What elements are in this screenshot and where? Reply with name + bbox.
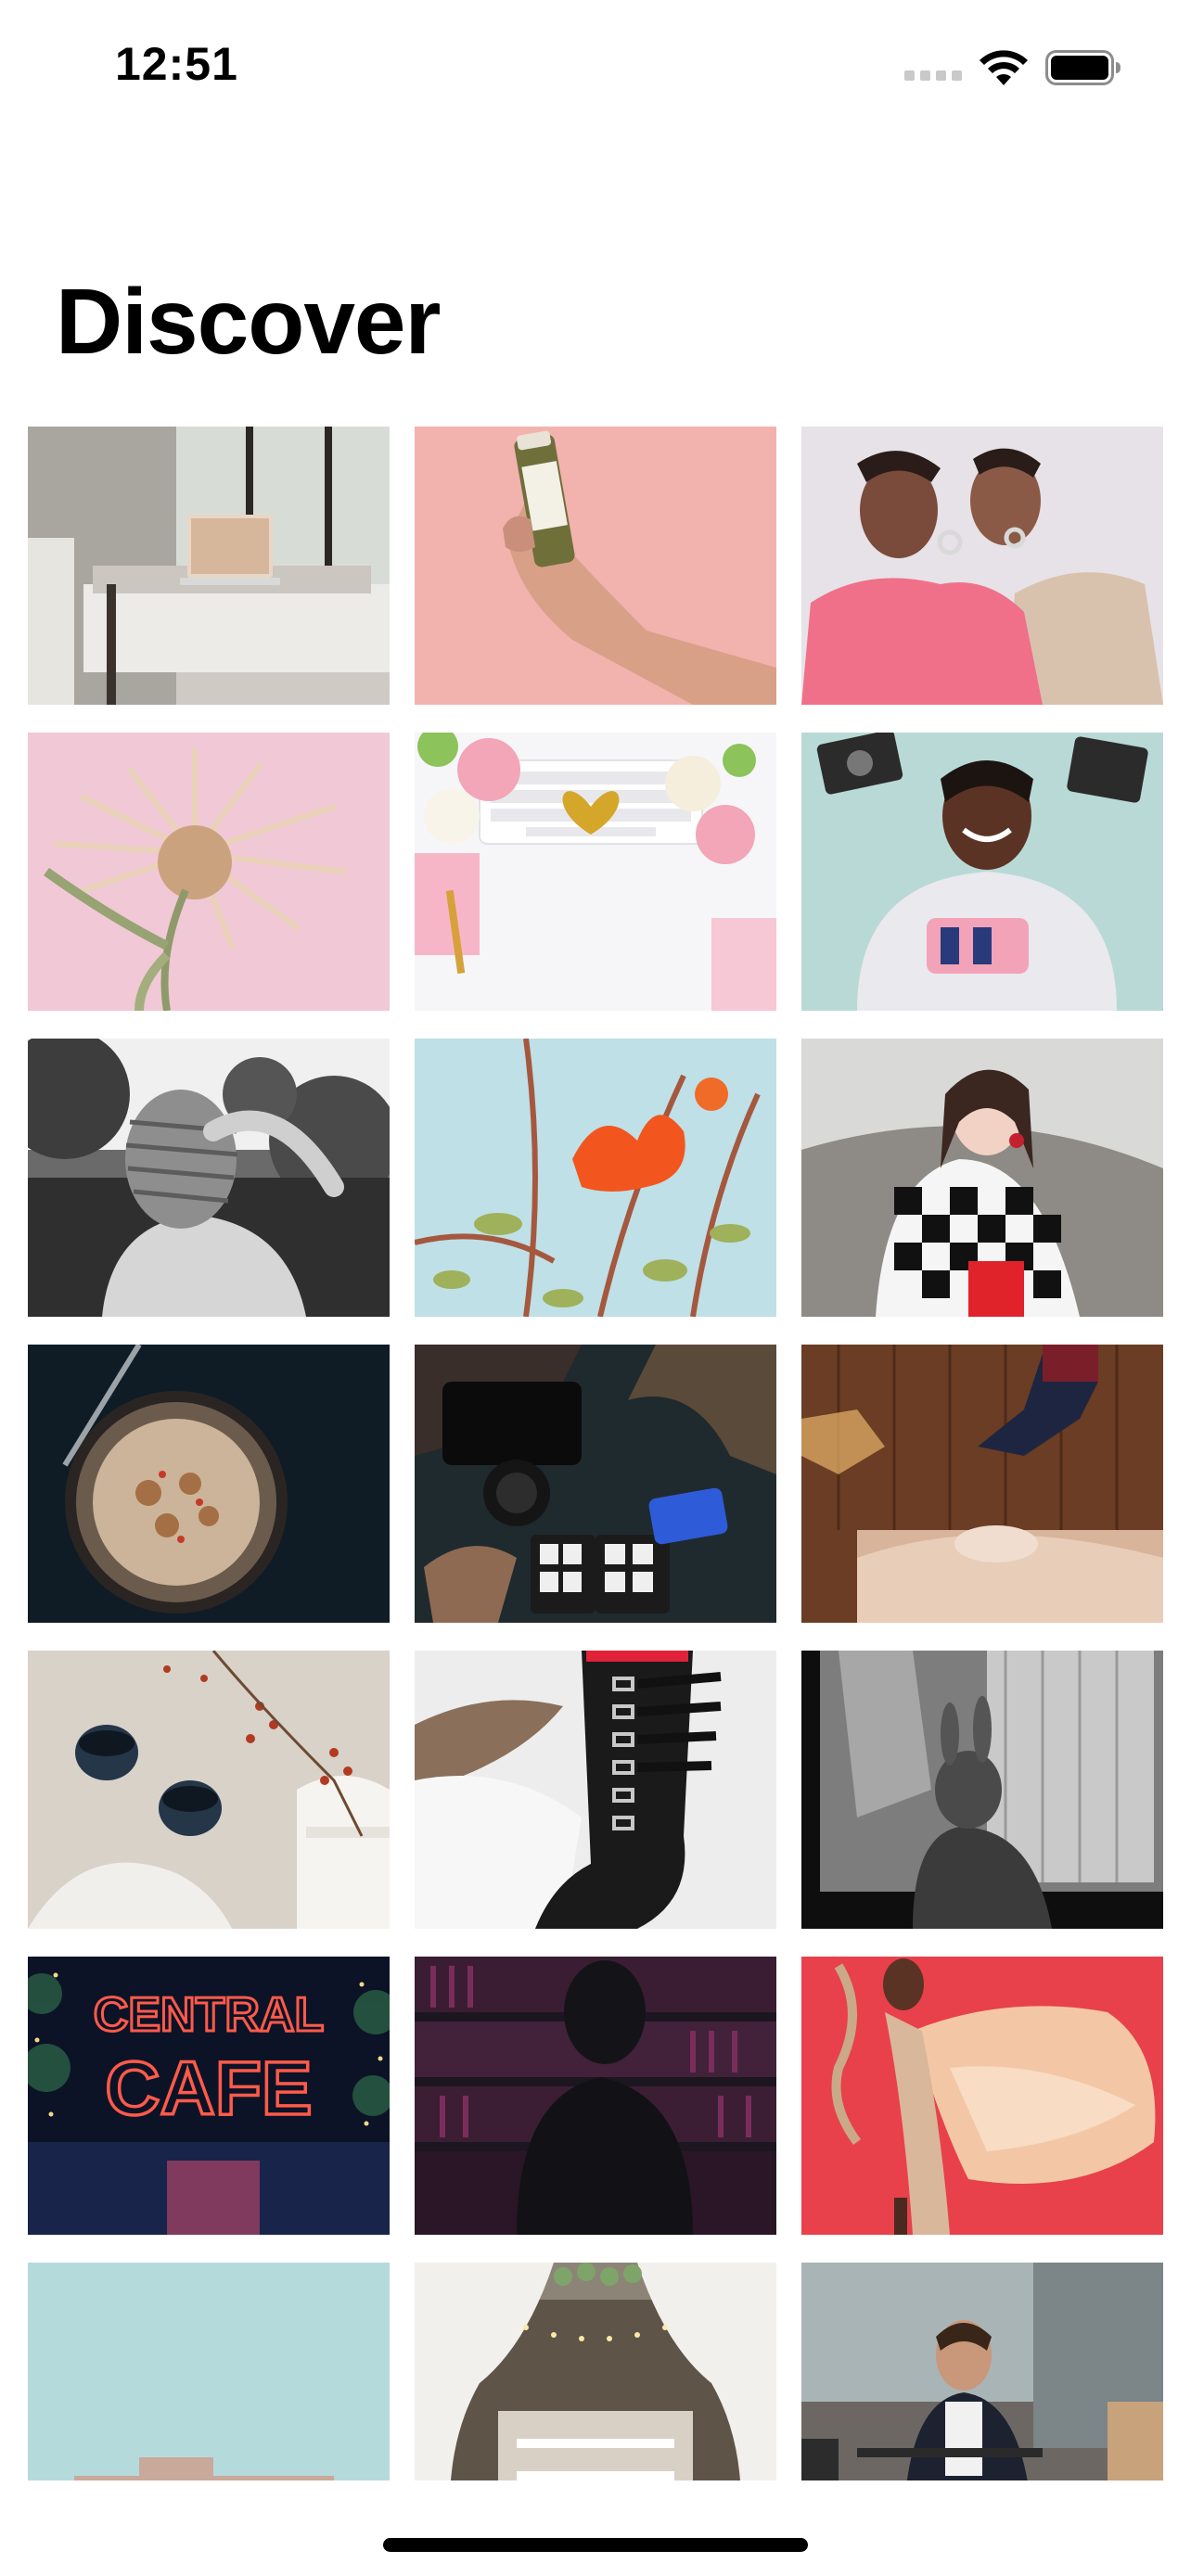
photo-tile-desk-flatlay[interactable] [415,733,776,1011]
photo-tile-boots-snow[interactable] [415,1651,776,1929]
status-bar: 12:51 [0,0,1191,139]
photo-tile-jump-bed[interactable] [801,1345,1163,1623]
photo-tile-pink-fashion[interactable] [801,427,1163,705]
photo-tile-polaroid-camera[interactable] [801,733,1163,1011]
wifi-icon [980,50,1028,85]
photo-tile-cake-cups[interactable] [28,1651,390,1929]
photo-tile-covered-face[interactable] [28,1039,390,1317]
photo-tile-red-dress[interactable] [801,1957,1163,2235]
photo-tile-workspace-laptop[interactable] [28,427,390,705]
photo-tile-central-cafe[interactable]: CENTRAL CAFE [28,1957,390,2235]
photo-tile-checkered-coat[interactable] [801,1039,1163,1317]
photo-tile-building-sky[interactable] [28,2263,390,2480]
photo-tile-juice-bottle[interactable] [415,427,776,705]
photo-grid[interactable]: CENTRAL CAFE [28,427,1163,2480]
neon-sign-central: CENTRAL [94,1988,324,2042]
cellular-signal-icon [904,70,962,81]
neon-sign-cafe: CAFE [105,2047,312,2131]
photo-tile-pasta-bowl[interactable] [28,1345,390,1623]
page-title: Discover [56,270,441,374]
photo-tile-dried-flower[interactable] [28,733,390,1011]
photo-tile-bw-rabbit[interactable] [801,1651,1163,1929]
photo-tile-library-shadow[interactable] [415,1957,776,2235]
status-time: 12:51 [115,38,238,90]
photo-tile-camera-gear[interactable] [415,1345,776,1623]
home-indicator[interactable] [383,2538,808,2552]
battery-icon [1045,50,1121,85]
photo-tile-wedding-venue[interactable] [415,2263,776,2480]
photo-tile-orange-flowers[interactable] [415,1039,776,1317]
photo-tile-cafe-man[interactable] [801,2263,1163,2480]
